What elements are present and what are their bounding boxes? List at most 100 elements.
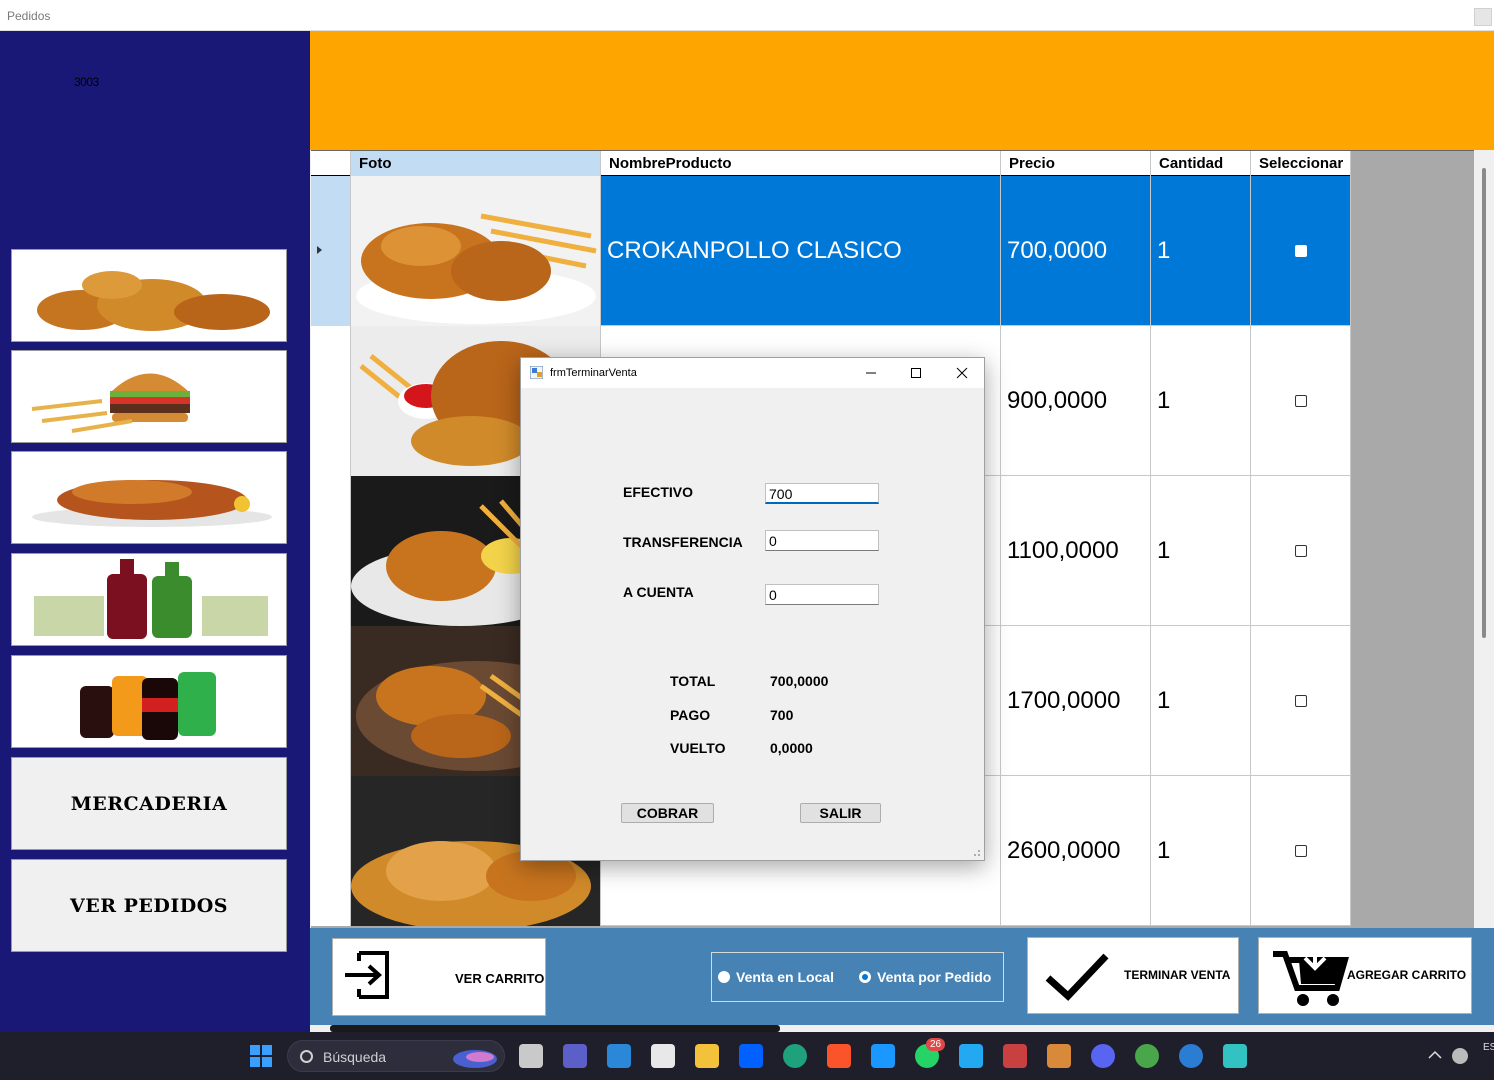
discord-icon[interactable]: [1091, 1044, 1115, 1068]
windows-start-icon[interactable]: [249, 1044, 273, 1068]
row-header[interactable]: [311, 626, 351, 776]
category-button-lechon[interactable]: [11, 451, 287, 544]
whatsapp-badge: 26: [926, 1038, 946, 1051]
row-header[interactable]: [311, 776, 351, 926]
pago-value: 700: [770, 707, 794, 723]
product-price: 1100,0000: [1001, 476, 1151, 626]
select-cell[interactable]: [1251, 476, 1351, 626]
category-button-vinos[interactable]: [11, 553, 287, 646]
select-cell[interactable]: [1251, 176, 1351, 326]
vuelto-label: VUELTO: [670, 740, 726, 756]
select-cell[interactable]: [1251, 626, 1351, 776]
product-quantity[interactable]: 1: [1151, 476, 1251, 626]
close-button[interactable]: [1474, 8, 1492, 26]
ver-pedidos-button[interactable]: VER PEDIDOS: [11, 859, 287, 952]
column-header-nombre[interactable]: NombreProducto: [601, 151, 1001, 176]
product-photo: [351, 176, 601, 326]
transferencia-input[interactable]: 0: [765, 530, 879, 551]
dialog-title-bar: frmTerminarVenta: [521, 358, 984, 388]
select-checkbox[interactable]: [1294, 245, 1307, 257]
store-icon[interactable]: [607, 1044, 631, 1068]
select-checkbox[interactable]: [1294, 395, 1307, 407]
resize-grip-icon[interactable]: [971, 847, 981, 857]
window-title: Pedidos: [7, 9, 51, 23]
table-row[interactable]: CROKANPOLLO CLASICO 700,0000 1: [311, 176, 1351, 326]
title-bar: Pedidos: [0, 0, 1494, 31]
category-button-pollo[interactable]: [11, 249, 287, 342]
vertical-scrollbar[interactable]: [1474, 150, 1494, 928]
app-window: Pedidos 3003 MERCADERIA VER PEDIDOS Foto…: [0, 0, 1494, 1032]
column-header-seleccionar[interactable]: Seleccionar: [1251, 151, 1351, 176]
ver-carrito-button[interactable]: VER CARRITO: [332, 938, 546, 1016]
radio-venta-local[interactable]: Venta en Local: [718, 969, 834, 985]
radio-dot[interactable]: [718, 971, 730, 983]
select-cell[interactable]: [1251, 776, 1351, 926]
roast-pig-image: [32, 480, 272, 527]
vscode-icon[interactable]: [959, 1044, 983, 1068]
row-header[interactable]: [311, 176, 351, 326]
maximize-button[interactable]: [893, 358, 938, 388]
radio-dot-selected[interactable]: [859, 971, 871, 983]
product-price: 2600,0000: [1001, 776, 1151, 926]
radio-venta-local-label: Venta en Local: [736, 969, 835, 985]
mercaderia-button[interactable]: MERCADERIA: [11, 757, 287, 850]
salir-button[interactable]: SALIR: [800, 803, 881, 823]
transferencia-label: TRANSFERENCIA: [623, 534, 743, 550]
efectivo-input[interactable]: 700: [765, 483, 879, 504]
product-quantity[interactable]: 1: [1151, 776, 1251, 926]
scrollbar-thumb[interactable]: [1482, 168, 1486, 638]
maximize-icon: [910, 368, 921, 378]
brave-icon[interactable]: [827, 1044, 851, 1068]
file-explorer-icon[interactable]: [695, 1044, 719, 1068]
column-header-precio[interactable]: Precio: [1001, 151, 1151, 176]
terminar-venta-button[interactable]: TERMINAR VENTA: [1027, 937, 1239, 1014]
exit-door-icon: [345, 951, 389, 999]
minimize-button[interactable]: [848, 358, 893, 388]
dropbox-icon[interactable]: [739, 1044, 763, 1068]
taskbar-search[interactable]: Búsqueda: [287, 1040, 505, 1072]
search-icon: [300, 1050, 313, 1063]
order-code: 3003: [74, 75, 99, 89]
notepad-icon[interactable]: [1223, 1044, 1247, 1068]
select-cell[interactable]: [1251, 326, 1351, 476]
column-header-foto[interactable]: Foto: [351, 151, 601, 176]
row-header[interactable]: [311, 476, 351, 626]
radio-venta-pedido[interactable]: Venta por Pedido: [859, 969, 991, 985]
prime-video-icon[interactable]: [871, 1044, 895, 1068]
app-icon-2[interactable]: [1179, 1044, 1203, 1068]
category-button-hamburguesa[interactable]: [11, 350, 287, 443]
terminar-venta-label: TERMINAR VENTA: [1124, 968, 1231, 982]
agregar-carrito-button[interactable]: AGREGAR CARRITO: [1258, 937, 1472, 1014]
column-header-cantidad[interactable]: Cantidad: [1151, 151, 1251, 176]
active-app-icon[interactable]: [1047, 1044, 1071, 1068]
cart-add-icon: [1273, 944, 1349, 1006]
wine-image: [34, 559, 268, 639]
dialog-title: frmTerminarVenta: [550, 367, 637, 379]
chevron-up-icon[interactable]: [1428, 1050, 1452, 1074]
amazon-icon[interactable]: [651, 1044, 675, 1068]
product-quantity[interactable]: 1: [1151, 326, 1251, 476]
vuelto-value: 0,0000: [770, 740, 813, 756]
product-name: CROKANPOLLO CLASICO: [601, 176, 1001, 326]
cobrar-button[interactable]: COBRAR: [621, 803, 714, 823]
app-icon[interactable]: [1003, 1044, 1027, 1068]
ver-carrito-label: VER CARRITO: [455, 971, 545, 986]
product-quantity[interactable]: 1: [1151, 626, 1251, 776]
language-indicator[interactable]: ES: [1483, 1042, 1494, 1053]
select-checkbox[interactable]: [1294, 845, 1307, 857]
product-quantity[interactable]: 1: [1151, 176, 1251, 326]
category-button-gaseosas[interactable]: [11, 655, 287, 748]
agregar-carrito-label: AGREGAR CARRITO: [1347, 968, 1467, 982]
select-checkbox[interactable]: [1294, 545, 1307, 557]
row-header[interactable]: [311, 326, 351, 476]
utorrent-icon[interactable]: [1135, 1044, 1159, 1068]
task-view-icon[interactable]: [519, 1044, 543, 1068]
network-icon[interactable]: [1452, 1048, 1468, 1064]
dialog-close-button[interactable]: [939, 358, 984, 388]
edge-icon[interactable]: [783, 1044, 807, 1068]
minimize-icon: [865, 372, 876, 374]
header-banner: [310, 31, 1494, 150]
a-cuenta-input[interactable]: 0: [765, 584, 879, 605]
meet-icon[interactable]: [563, 1044, 587, 1068]
select-checkbox[interactable]: [1294, 695, 1307, 707]
